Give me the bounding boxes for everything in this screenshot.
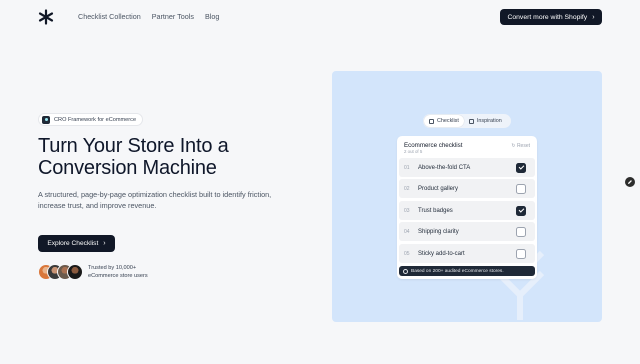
item-number: 04 xyxy=(404,228,410,235)
headline-line-1: Turn Your Store Into a xyxy=(38,135,229,157)
asterisk-logo-icon[interactable] xyxy=(38,9,54,25)
hero-headline: Turn Your Store Into a Conversion Machin… xyxy=(38,135,298,179)
convert-shopify-label: Convert more with Shopify xyxy=(507,13,588,21)
item-label: Trust badges xyxy=(418,207,453,214)
convert-shopify-button[interactable]: Convert more with Shopify › xyxy=(500,9,602,25)
badge-logo-icon xyxy=(42,115,50,124)
tab-inspiration-label: Inspiration xyxy=(476,118,502,124)
reset-icon: ↻ xyxy=(511,143,516,149)
checklist-item[interactable]: 03 Trust badges xyxy=(399,201,535,220)
checklist-item[interactable]: 01 Above-the-fold CTA xyxy=(399,158,535,177)
info-icon xyxy=(403,268,408,274)
footer-note: Based on 200+ audited eCommerce stores. xyxy=(399,266,535,276)
trust-text: Trusted by 10,000+ eCommerce store users xyxy=(88,265,148,280)
item-label: Shipping clarity xyxy=(418,228,459,235)
pencil-icon xyxy=(628,180,632,184)
chevron-right-icon: › xyxy=(592,13,595,21)
edit-floating-button[interactable] xyxy=(625,177,635,187)
explore-checklist-label: Explore Checklist xyxy=(47,240,99,247)
chevron-right-icon: › xyxy=(103,240,106,247)
nav-links: Checklist Collection Partner Tools Blog xyxy=(78,12,219,21)
item-checkbox[interactable] xyxy=(516,205,526,216)
top-nav: Checklist Collection Partner Tools Blog … xyxy=(0,0,640,34)
hero-subtext: A structured, page-by-page optimization … xyxy=(38,190,272,210)
item-label: Product gallery xyxy=(418,185,459,192)
trust-line-1: Trusted by 10,000+ xyxy=(88,265,137,271)
user-avatars xyxy=(38,264,84,280)
item-label: Above-the-fold CTA xyxy=(418,164,471,171)
checklist-item[interactable]: 04 Shipping clarity xyxy=(399,222,535,241)
page: Checklist Collection Partner Tools Blog … xyxy=(0,0,640,364)
trust-line-2: eCommerce store users xyxy=(88,272,148,279)
nav-link-partner-tools[interactable]: Partner Tools xyxy=(152,12,194,21)
nav-link-blog[interactable]: Blog xyxy=(205,12,219,21)
item-number: 02 xyxy=(404,185,410,192)
item-checkbox[interactable] xyxy=(516,162,526,173)
progress-count: 2 out of 5 xyxy=(404,149,423,154)
item-checkbox[interactable] xyxy=(516,248,526,259)
footer-note-text: Based on 200+ audited eCommerce stores. xyxy=(411,268,504,274)
item-checkbox[interactable] xyxy=(516,226,526,237)
image-icon xyxy=(468,118,474,124)
checklist-card: Ecommerce checklist 2 out of 5 ↻ Reset 0… xyxy=(397,136,537,279)
headline-line-2: Conversion Machine xyxy=(38,157,217,179)
item-number: 05 xyxy=(404,250,410,257)
checklist-item[interactable]: 05 Sticky add-to-cart xyxy=(399,244,535,263)
nav-link-checklist-collection[interactable]: Checklist Collection xyxy=(78,12,141,21)
tab-checklist-label: Checklist xyxy=(437,118,459,124)
framework-badge: CRO Framework for eCommerce xyxy=(38,113,144,126)
item-checkbox[interactable] xyxy=(516,183,526,194)
item-number: 01 xyxy=(404,164,410,171)
item-label: Sticky add-to-cart xyxy=(418,250,465,257)
card-title: Ecommerce checklist xyxy=(404,142,463,149)
explore-checklist-button[interactable]: Explore Checklist › xyxy=(38,235,115,252)
avatar xyxy=(67,264,83,280)
checklist-item[interactable]: 02 Product gallery xyxy=(399,179,535,198)
item-number: 03 xyxy=(404,207,410,214)
tab-checklist[interactable]: Checklist xyxy=(424,115,464,127)
view-tabs: Checklist Inspiration xyxy=(423,114,511,128)
reset-label: Reset xyxy=(516,143,530,149)
list-icon xyxy=(429,118,434,124)
tab-inspiration[interactable]: Inspiration xyxy=(464,115,507,127)
reset-button[interactable]: ↻ Reset xyxy=(511,143,530,149)
badge-label: CRO Framework for eCommerce xyxy=(54,116,137,123)
